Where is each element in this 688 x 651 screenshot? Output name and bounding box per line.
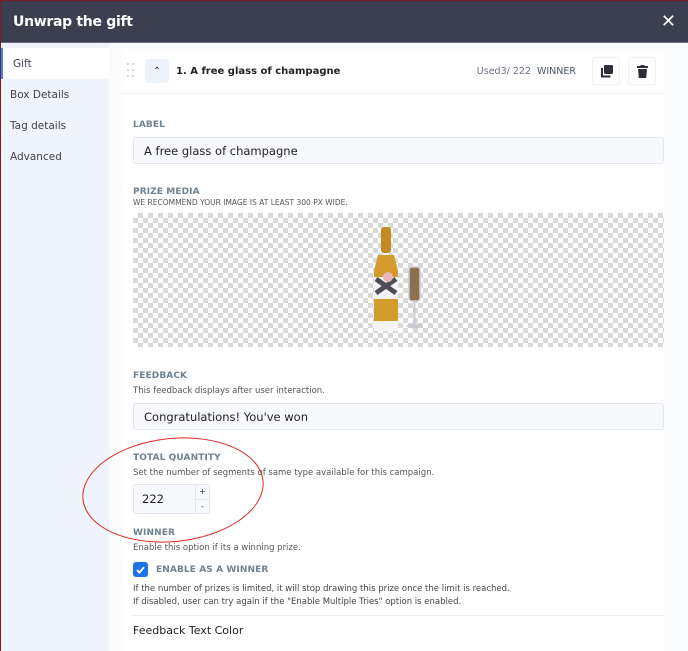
- winner-badge: WINNER: [536, 65, 576, 77]
- drag-handle-icon[interactable]: [127, 63, 135, 79]
- label-input[interactable]: A free glass of champagne: [133, 137, 664, 164]
- quantity-value[interactable]: 222: [134, 485, 195, 513]
- close-icon[interactable]: ✕: [661, 12, 676, 31]
- check-icon: [136, 566, 145, 574]
- sidebar-item-box-details[interactable]: Box Details: [1, 79, 109, 110]
- feedback-heading: FEEDBACK: [133, 371, 188, 381]
- prize-title: 1. A free glass of champagne: [176, 65, 341, 77]
- trash-icon: [636, 64, 648, 78]
- modal-header: Unwrap the gift ✕: [1, 1, 688, 43]
- usage-count: Used3/ 222: [476, 65, 531, 77]
- feedback-hint: This feedback displays after user intera…: [133, 386, 325, 396]
- total-quantity-hint: Set the number of segments of same type …: [133, 468, 435, 478]
- enable-winner-checkbox[interactable]: [133, 562, 148, 577]
- modal-title: Unwrap the gift: [13, 13, 133, 30]
- enable-winner-label[interactable]: ENABLE AS A WINNER: [156, 565, 268, 575]
- modal: Unwrap the gift ✕ Gift Box Details Tag d…: [1, 1, 688, 651]
- quantity-stepper[interactable]: 222 + -: [133, 484, 210, 514]
- label-heading: LABEL: [133, 120, 165, 130]
- prize-panel: ⌃ 1. A free glass of champagne Used3/ 22…: [121, 49, 664, 651]
- sidebar-item-gift[interactable]: Gift: [1, 48, 109, 79]
- champagne-image: [373, 227, 422, 331]
- sidebar: Gift Box Details Tag details Advanced: [1, 43, 109, 651]
- prize-media-heading: PRIZE MEDIA: [133, 187, 200, 197]
- winner-note-1: If the number of prizes is limited, it w…: [133, 584, 510, 594]
- prize-header: ⌃ 1. A free glass of champagne Used3/ 22…: [121, 49, 664, 94]
- divider: [133, 615, 664, 616]
- winner-hint: Enable this option if its a winning priz…: [133, 543, 301, 553]
- sidebar-item-advanced[interactable]: Advanced: [1, 141, 109, 172]
- chevron-up-icon: ⌃: [152, 65, 162, 77]
- feedback-input[interactable]: Congratulations! You've won: [133, 403, 664, 430]
- decrement-button[interactable]: -: [196, 500, 209, 514]
- feedback-text-color-heading: Feedback Text Color: [133, 624, 244, 637]
- delete-button[interactable]: [628, 57, 656, 85]
- copy-icon: [600, 64, 613, 77]
- increment-button[interactable]: +: [196, 485, 209, 500]
- prize-media-dropzone[interactable]: [133, 213, 664, 347]
- prize-media-hint: WE RECOMMEND YOUR IMAGE IS AT LEAST 300 …: [133, 198, 348, 207]
- duplicate-button[interactable]: [592, 57, 620, 85]
- collapse-button[interactable]: ⌃: [145, 59, 169, 83]
- winner-note-2: If disabled, user can try again if the "…: [133, 597, 462, 607]
- total-quantity-heading: TOTAL QUANTITY: [133, 453, 221, 463]
- sidebar-item-tag-details[interactable]: Tag details: [1, 110, 109, 141]
- winner-heading: WINNER: [133, 528, 176, 538]
